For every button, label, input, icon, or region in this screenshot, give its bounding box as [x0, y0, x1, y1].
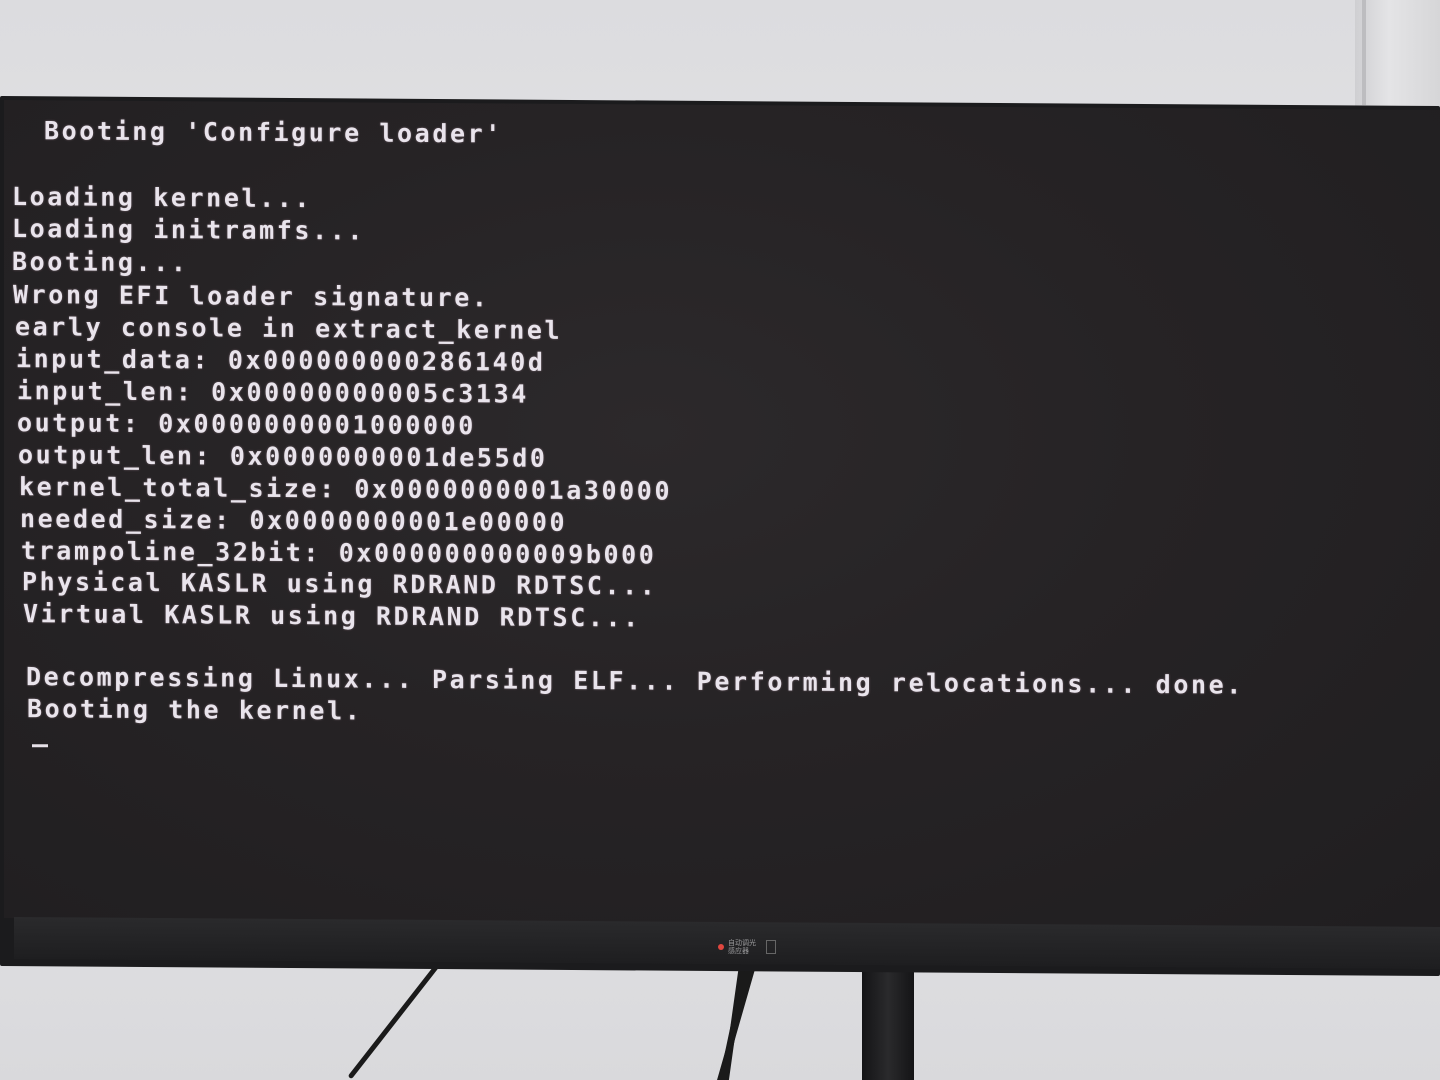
ambient-light-sensor: 自动调光 感应器 [718, 938, 804, 956]
console-line: input_data: 0x000000000286140d [16, 344, 546, 377]
console-cursor [32, 744, 48, 748]
console-line: Booting... [12, 247, 189, 278]
console-line: kernel_total_size: 0x0000000001a30000 [19, 472, 673, 506]
sensor-label-line: 自动调光 [728, 939, 756, 947]
console-line: Virtual KASLR using RDRAND RDTSC... [23, 599, 641, 633]
sensor-label-line: 感应器 [728, 947, 749, 955]
console-line: trampoline_32bit: 0x000000000009b000 [21, 536, 657, 570]
console-line: input_len: 0x00000000005c3134 [17, 376, 529, 409]
cable [347, 958, 444, 1080]
console-line: needed_size: 0x0000000001e00000 [20, 504, 568, 537]
console-line: Loading kernel... [12, 182, 313, 214]
monitor-screen: Booting 'Configure loader' Loading kerne… [4, 100, 1440, 929]
sensor-indicator-icon [718, 944, 724, 950]
sensor-window [766, 940, 776, 954]
console-line: Loading initramfs... [12, 214, 366, 246]
console-line: output_len: 0x0000000001de55d0 [18, 440, 548, 473]
console-line: Booting the kernel. [27, 694, 363, 726]
console-line: Wrong EFI loader signature. [13, 280, 490, 313]
cable [721, 958, 746, 1080]
wall-corner [1355, 0, 1440, 110]
wall-trim [1362, 0, 1366, 105]
console-line: output: 0x0000000001000000 [17, 408, 476, 441]
console-line: early console in extract_kernel [15, 312, 563, 345]
boot-console: Booting 'Configure loader' Loading kerne… [4, 100, 1440, 928]
console-line: Physical KASLR using RDRAND RDTSC... [22, 567, 658, 601]
sensor-label: 自动调光 感应器 [728, 939, 756, 955]
monitor-stand [862, 960, 914, 1080]
console-line: Decompressing Linux... Parsing ELF... Pe… [26, 662, 1244, 700]
console-header: Booting 'Configure loader' [44, 116, 503, 149]
